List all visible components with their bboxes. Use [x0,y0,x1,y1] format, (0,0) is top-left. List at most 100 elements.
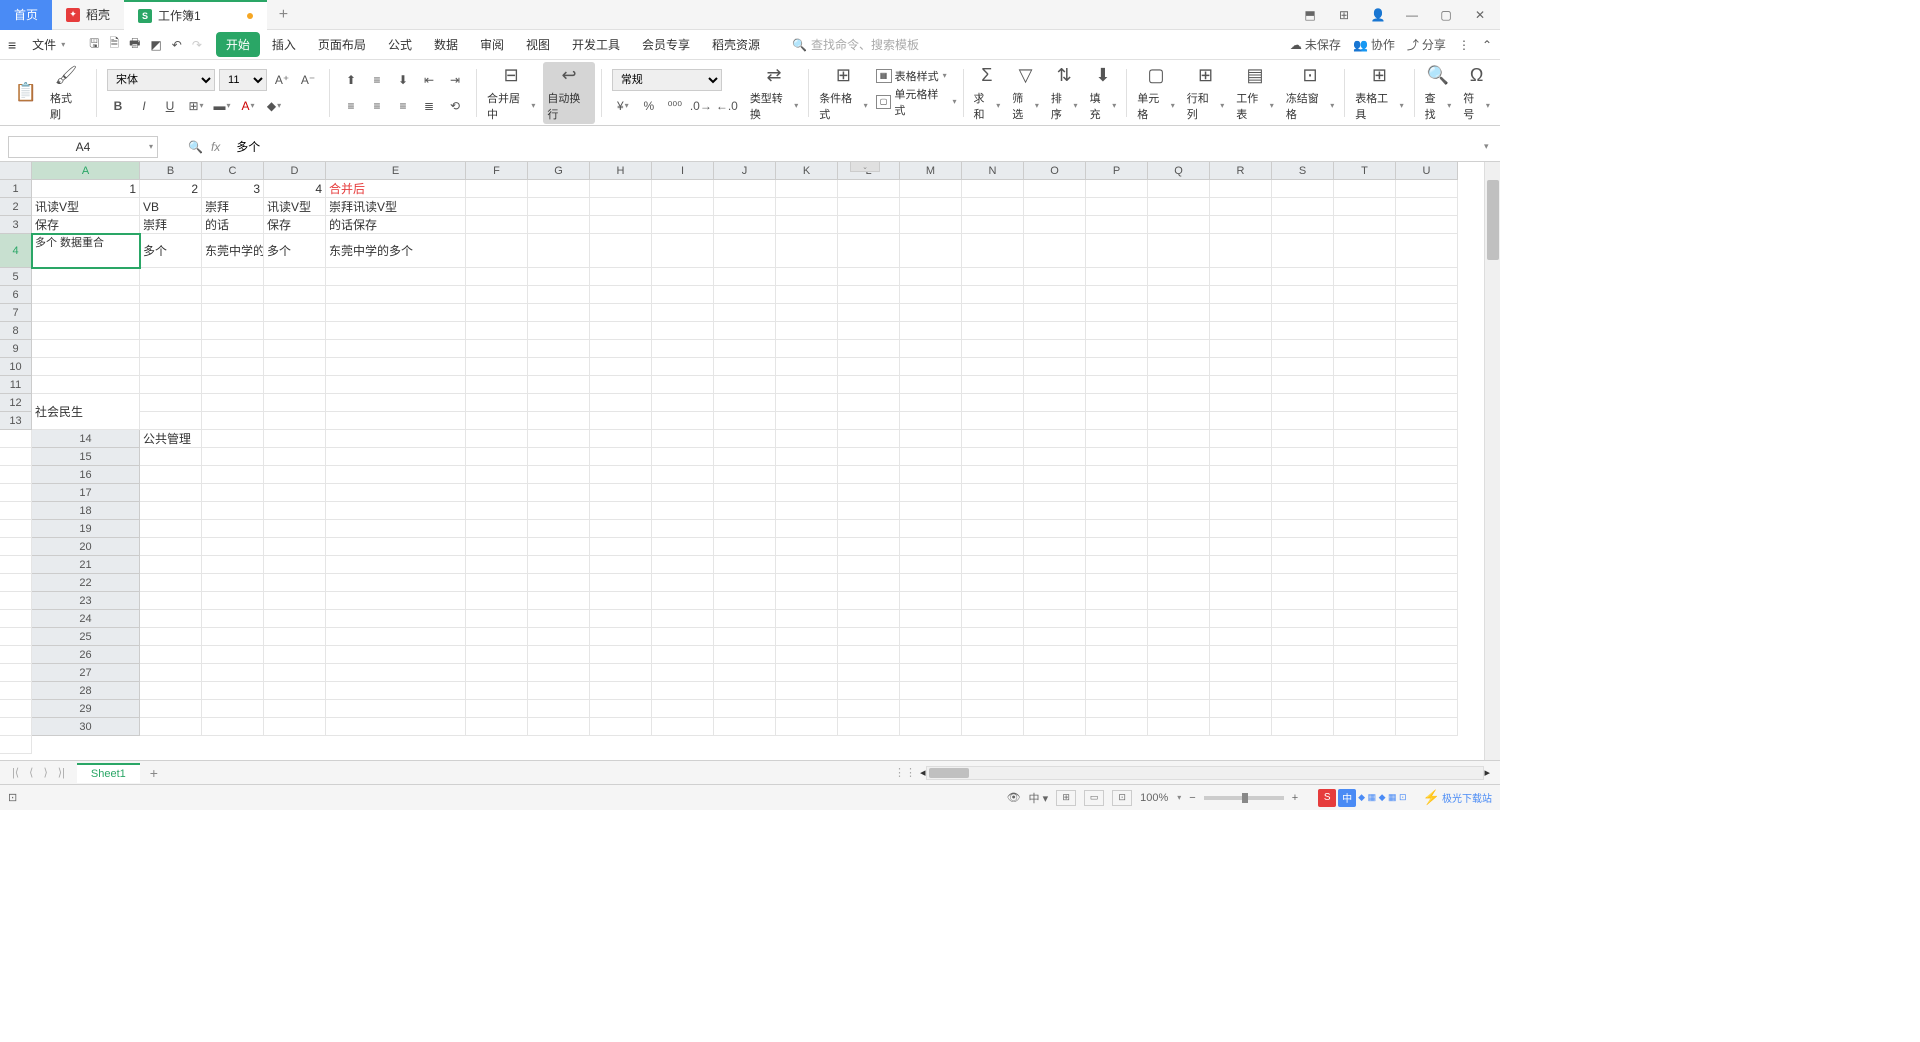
cell[interactable] [590,268,652,286]
cell[interactable] [962,234,1024,268]
cell[interactable] [776,394,838,412]
cell[interactable] [32,268,140,286]
cell[interactable] [1210,502,1272,520]
cell[interactable] [140,646,202,664]
thousands-icon[interactable]: ⁰⁰⁰ [664,95,686,117]
cell[interactable] [776,718,838,736]
cell[interactable] [466,394,528,412]
cell[interactable] [838,502,900,520]
cell[interactable] [1334,216,1396,234]
cell[interactable] [1148,682,1210,700]
cell[interactable] [140,700,202,718]
cell[interactable] [326,358,466,376]
cell[interactable] [1148,180,1210,198]
cell[interactable] [140,610,202,628]
row-header[interactable]: 14 [32,430,140,448]
cell[interactable] [652,502,714,520]
cell[interactable] [900,234,962,268]
cell[interactable] [1024,664,1086,682]
cell[interactable] [202,628,264,646]
cell[interactable] [1148,358,1210,376]
cell[interactable] [528,718,590,736]
cell[interactable] [1086,180,1148,198]
indent-increase-icon[interactable]: ⇥ [444,69,466,91]
row-header[interactable]: 3 [0,216,32,234]
cell[interactable] [466,286,528,304]
cell[interactable] [838,664,900,682]
row-header[interactable]: 15 [32,448,140,466]
cell[interactable] [32,358,140,376]
cell[interactable] [590,538,652,556]
cell[interactable] [326,430,466,448]
fx-icon[interactable]: fx [211,140,220,154]
collapse-ribbon-icon[interactable]: ⌃ [1482,38,1492,52]
cell[interactable] [962,180,1024,198]
cell[interactable] [466,466,528,484]
cell[interactable] [900,268,962,286]
col-header[interactable]: H [590,162,652,180]
col-header[interactable]: N [962,162,1024,180]
tab-add-button[interactable]: + [267,6,300,24]
cell[interactable] [838,646,900,664]
cell[interactable] [1086,340,1148,358]
cell[interactable] [0,484,32,502]
align-right-icon[interactable]: ≡ [392,95,414,117]
cell[interactable] [714,448,776,466]
cell[interactable] [1086,448,1148,466]
cell[interactable] [900,718,962,736]
cell[interactable] [1334,304,1396,322]
cell[interactable] [1272,592,1334,610]
cell[interactable] [1024,412,1086,430]
cell[interactable] [1210,538,1272,556]
row-header[interactable]: 7 [0,304,32,322]
align-top-icon[interactable]: ⬆ [340,69,362,91]
cell[interactable] [590,286,652,304]
lang-icon[interactable]: 中 ▾ [1029,790,1049,806]
cell[interactable] [590,394,652,412]
ime-s-icon[interactable]: S [1318,789,1336,807]
row-header[interactable]: 4 [0,234,32,268]
cell[interactable] [838,718,900,736]
tab-docer[interactable]: ✦ 稻壳 [52,0,124,30]
cell[interactable] [326,412,466,430]
cell[interactable] [264,376,326,394]
cell[interactable] [652,484,714,502]
cell[interactable] [466,198,528,216]
cell[interactable] [776,286,838,304]
cell[interactable] [1086,394,1148,412]
cell[interactable] [652,322,714,340]
cell[interactable] [962,198,1024,216]
filter-button[interactable]: ▽ 筛选▾ [1008,62,1043,124]
cell[interactable] [140,394,202,412]
cell[interactable] [962,304,1024,322]
cell[interactable] [528,286,590,304]
cell[interactable] [466,718,528,736]
cell[interactable] [466,484,528,502]
cell[interactable]: 多个 数据重合 [32,234,140,268]
menu-tab-data[interactable]: 数据 [424,32,468,57]
cell[interactable] [1024,198,1086,216]
cell[interactable] [1272,466,1334,484]
col-header[interactable]: F [466,162,528,180]
cell[interactable] [838,484,900,502]
cell[interactable] [1272,180,1334,198]
cell[interactable] [714,628,776,646]
save-icon[interactable]: 🖫 [89,34,99,55]
cell[interactable] [1334,430,1396,448]
row-header[interactable]: 25 [32,628,140,646]
cell[interactable]: 合并后 [326,180,466,198]
cell[interactable] [1086,268,1148,286]
cell[interactable]: 崇拜 [202,198,264,216]
cell[interactable] [202,358,264,376]
cell[interactable] [776,574,838,592]
cell[interactable] [714,180,776,198]
cell[interactable] [264,574,326,592]
cell[interactable] [1396,394,1458,412]
percent-icon[interactable]: % [638,95,660,117]
cell[interactable] [714,286,776,304]
cell[interactable] [32,376,140,394]
cell[interactable] [528,520,590,538]
cell[interactable] [714,538,776,556]
cell[interactable] [1086,234,1148,268]
cell[interactable] [1148,538,1210,556]
